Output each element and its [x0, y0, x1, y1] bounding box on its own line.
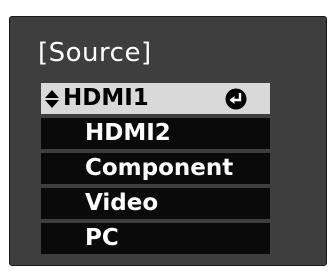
source-item-component[interactable]: Component — [41, 153, 270, 184]
menu-title: [Source] — [38, 38, 152, 68]
source-item-video[interactable]: Video — [41, 188, 270, 219]
enter-icon — [225, 88, 247, 110]
source-item-label: HDMI1 — [63, 85, 149, 111]
source-item-label: Component — [85, 155, 234, 181]
source-item-label: HDMI2 — [85, 120, 171, 146]
source-item-hdmi2[interactable]: HDMI2 — [41, 118, 270, 149]
source-item-pc[interactable]: PC — [41, 223, 270, 254]
source-list: HDMI1 HDMI2 Component Video PC — [41, 83, 270, 258]
source-menu-panel: [Source] HDMI1 HDMI2 Component Video PC — [9, 16, 327, 266]
source-item-label: PC — [85, 225, 119, 251]
source-item-hdmi1[interactable]: HDMI1 — [41, 83, 270, 114]
source-item-label: Video — [85, 190, 159, 216]
up-down-arrows-icon — [45, 90, 59, 108]
